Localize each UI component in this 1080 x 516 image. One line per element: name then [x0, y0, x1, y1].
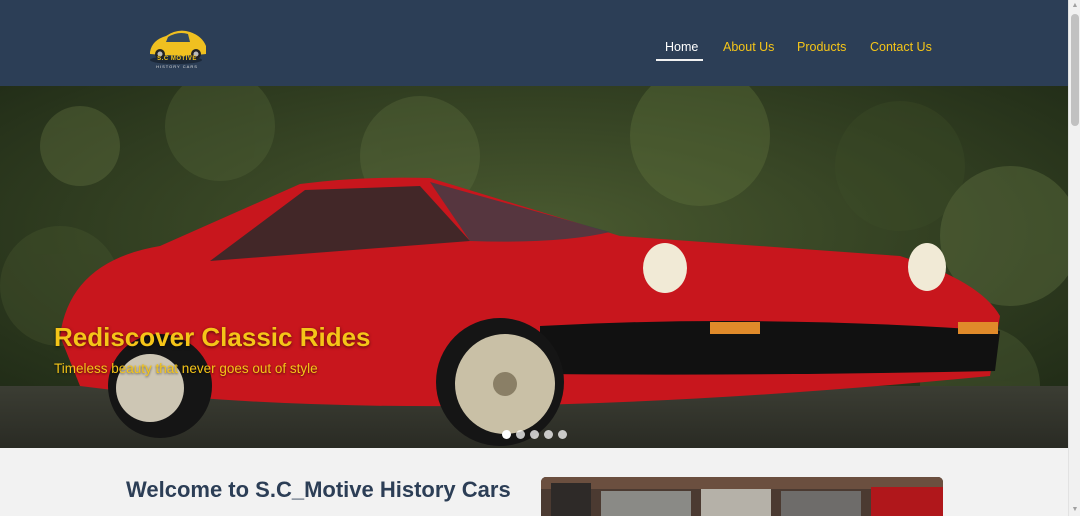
hero-car-image [0, 86, 1068, 448]
scroll-down-icon[interactable]: ▼ [1071, 506, 1079, 514]
hero-title: Rediscover Classic Rides [54, 322, 371, 352]
nav-about-us[interactable]: About Us [723, 40, 774, 54]
carousel-dot-1[interactable] [502, 430, 511, 439]
nav-home[interactable]: Home [665, 40, 698, 54]
welcome-title: Welcome to S.C_Motive History Cars [126, 477, 511, 502]
logo-subtext: HISTORY CARS [156, 64, 198, 69]
carousel-dot-2[interactable] [516, 430, 525, 439]
nav-products[interactable]: Products [797, 40, 846, 54]
hero-carousel: Rediscover Classic Rides Timeless beauty… [0, 86, 1068, 448]
logo-text: S.C MOTIVE [157, 56, 197, 62]
nav-contact-us[interactable]: Contact Us [870, 40, 932, 54]
carousel-dot-4[interactable] [544, 430, 553, 439]
hero-subtitle: Timeless beauty that never goes out of s… [54, 361, 318, 376]
scroll-up-icon[interactable]: ▲ [1071, 2, 1079, 10]
carousel-dot-3[interactable] [530, 430, 539, 439]
page-scrollbar[interactable]: ▲ ▼ [1068, 0, 1080, 516]
nav-active-indicator [656, 59, 703, 61]
site-header: S.C MOTIVE HISTORY CARS Home About Us Pr… [0, 0, 1068, 86]
carousel-indicators [502, 430, 567, 439]
carousel-dot-5[interactable] [558, 430, 567, 439]
showroom-image [541, 477, 943, 516]
site-logo[interactable]: S.C MOTIVE HISTORY CARS [144, 22, 210, 72]
scroll-thumb[interactable] [1071, 14, 1079, 126]
